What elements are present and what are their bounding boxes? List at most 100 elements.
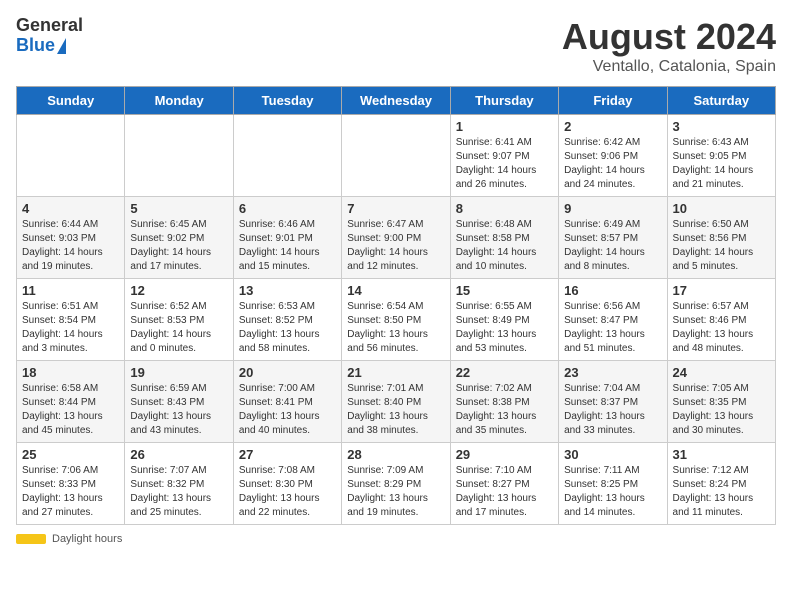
calendar-cell: 3 Sunrise: 6:43 AM Sunset: 9:05 PM Daylig… (667, 115, 775, 197)
day-info: Sunrise: 6:52 AM Sunset: 8:53 PM Dayligh… (130, 300, 227, 356)
calendar-cell: 7 Sunrise: 6:47 AM Sunset: 9:00 PM Daylig… (342, 197, 450, 279)
calendar-day-header: Tuesday (233, 87, 341, 115)
calendar-cell: 16 Sunrise: 6:56 AM Sunset: 8:47 PM Dayli… (559, 279, 667, 361)
day-number: 12 (130, 283, 227, 298)
calendar-cell: 11Sunrise: 6:51 AM Sunset: 8:54 PM Dayli… (17, 279, 125, 361)
day-info: Sunrise: 6:58 AM Sunset: 8:44 PM Dayligh… (22, 382, 119, 438)
calendar-day-header: Sunday (17, 87, 125, 115)
day-info: Sunrise: 6:41 AM Sunset: 9:07 PM Dayligh… (456, 136, 553, 192)
calendar-cell: 12 Sunrise: 6:52 AM Sunset: 8:53 PM Dayli… (125, 279, 233, 361)
calendar-cell (342, 115, 450, 197)
day-number: 15 (456, 283, 553, 298)
calendar-cell: 22 Sunrise: 7:02 AM Sunset: 8:38 PM Dayli… (450, 361, 558, 443)
calendar-week-row: 1Sunrise: 6:41 AM Sunset: 9:07 PM Daylig… (17, 115, 776, 197)
day-number: 23 (564, 365, 661, 380)
day-number: 9 (564, 201, 661, 216)
calendar-cell: 13Sunrise: 6:53 AM Sunset: 8:52 PM Dayli… (233, 279, 341, 361)
calendar-cell: 17Sunrise: 6:57 AM Sunset: 8:46 PM Dayli… (667, 279, 775, 361)
day-info: Sunrise: 7:07 AM Sunset: 8:32 PM Dayligh… (130, 464, 227, 520)
day-number: 18 (22, 365, 119, 380)
calendar-cell: 19 Sunrise: 6:59 AM Sunset: 8:43 PM Dayli… (125, 361, 233, 443)
day-number: 29 (456, 447, 553, 462)
calendar-cell: 28Sunrise: 7:09 AM Sunset: 8:29 PM Dayli… (342, 443, 450, 525)
calendar-cell: 6Sunrise: 6:46 AM Sunset: 9:01 PM Daylig… (233, 197, 341, 279)
calendar-day-header: Monday (125, 87, 233, 115)
calendar-cell: 25Sunrise: 7:06 AM Sunset: 8:33 PM Dayli… (17, 443, 125, 525)
day-info: Sunrise: 6:53 AM Sunset: 8:52 PM Dayligh… (239, 300, 336, 356)
day-info: Sunrise: 7:04 AM Sunset: 8:37 PM Dayligh… (564, 382, 661, 438)
calendar-cell: 30 Sunrise: 7:11 AM Sunset: 8:25 PM Dayli… (559, 443, 667, 525)
day-number: 22 (456, 365, 553, 380)
day-info: Sunrise: 6:44 AM Sunset: 9:03 PM Dayligh… (22, 218, 119, 274)
calendar-cell: 14 Sunrise: 6:54 AM Sunset: 8:50 PM Dayli… (342, 279, 450, 361)
calendar-body: 1Sunrise: 6:41 AM Sunset: 9:07 PM Daylig… (17, 115, 776, 525)
calendar-cell: 21Sunrise: 7:01 AM Sunset: 8:40 PM Dayli… (342, 361, 450, 443)
day-number: 31 (673, 447, 770, 462)
day-number: 24 (673, 365, 770, 380)
calendar-cell (17, 115, 125, 197)
calendar-cell: 5 Sunrise: 6:45 AM Sunset: 9:02 PM Daylig… (125, 197, 233, 279)
calendar-cell: 18 Sunrise: 6:58 AM Sunset: 8:44 PM Dayli… (17, 361, 125, 443)
calendar-day-header: Friday (559, 87, 667, 115)
day-number: 30 (564, 447, 661, 462)
day-info: Sunrise: 6:47 AM Sunset: 9:00 PM Dayligh… (347, 218, 444, 274)
daylight-bar-icon (16, 534, 46, 544)
day-info: Sunrise: 6:59 AM Sunset: 8:43 PM Dayligh… (130, 382, 227, 438)
day-info: Sunrise: 7:12 AM Sunset: 8:24 PM Dayligh… (673, 464, 770, 520)
day-number: 10 (673, 201, 770, 216)
header: General Blue August 2024 Ventallo, Catal… (16, 16, 776, 76)
calendar-cell: 15 Sunrise: 6:55 AM Sunset: 8:49 PM Dayli… (450, 279, 558, 361)
calendar-cell (125, 115, 233, 197)
day-number: 21 (347, 365, 444, 380)
calendar-cell: 23 Sunrise: 7:04 AM Sunset: 8:37 PM Dayli… (559, 361, 667, 443)
day-info: Sunrise: 7:00 AM Sunset: 8:41 PM Dayligh… (239, 382, 336, 438)
calendar-cell: 20 Sunrise: 7:00 AM Sunset: 8:41 PM Dayli… (233, 361, 341, 443)
subtitle: Ventallo, Catalonia, Spain (562, 58, 776, 76)
day-info: Sunrise: 6:56 AM Sunset: 8:47 PM Dayligh… (564, 300, 661, 356)
day-number: 7 (347, 201, 444, 216)
calendar-cell: 29 Sunrise: 7:10 AM Sunset: 8:27 PM Dayli… (450, 443, 558, 525)
calendar-cell: 8Sunrise: 6:48 AM Sunset: 8:58 PM Daylig… (450, 197, 558, 279)
day-info: Sunrise: 6:50 AM Sunset: 8:56 PM Dayligh… (673, 218, 770, 274)
calendar-cell: 26 Sunrise: 7:07 AM Sunset: 8:32 PM Dayli… (125, 443, 233, 525)
calendar: SundayMondayTuesdayWednesdayThursdayFrid… (16, 86, 776, 525)
main-title: August 2024 (562, 16, 776, 58)
day-info: Sunrise: 7:02 AM Sunset: 8:38 PM Dayligh… (456, 382, 553, 438)
daylight-label: Daylight hours (52, 533, 122, 545)
day-number: 3 (673, 119, 770, 134)
day-number: 19 (130, 365, 227, 380)
day-info: Sunrise: 7:09 AM Sunset: 8:29 PM Dayligh… (347, 464, 444, 520)
calendar-day-header: Thursday (450, 87, 558, 115)
day-info: Sunrise: 6:57 AM Sunset: 8:46 PM Dayligh… (673, 300, 770, 356)
footer: Daylight hours (16, 533, 776, 545)
day-info: Sunrise: 6:49 AM Sunset: 8:57 PM Dayligh… (564, 218, 661, 274)
calendar-cell: 27 Sunrise: 7:08 AM Sunset: 8:30 PM Dayli… (233, 443, 341, 525)
day-info: Sunrise: 6:54 AM Sunset: 8:50 PM Dayligh… (347, 300, 444, 356)
calendar-cell: 4Sunrise: 6:44 AM Sunset: 9:03 PM Daylig… (17, 197, 125, 279)
day-info: Sunrise: 7:08 AM Sunset: 8:30 PM Dayligh… (239, 464, 336, 520)
calendar-cell (233, 115, 341, 197)
day-number: 26 (130, 447, 227, 462)
day-info: Sunrise: 7:06 AM Sunset: 8:33 PM Dayligh… (22, 464, 119, 520)
day-info: Sunrise: 6:51 AM Sunset: 8:54 PM Dayligh… (22, 300, 119, 356)
calendar-day-header: Saturday (667, 87, 775, 115)
day-info: Sunrise: 6:55 AM Sunset: 8:49 PM Dayligh… (456, 300, 553, 356)
logo-blue: Blue (16, 36, 55, 56)
day-number: 14 (347, 283, 444, 298)
day-number: 8 (456, 201, 553, 216)
calendar-day-header: Wednesday (342, 87, 450, 115)
day-info: Sunrise: 7:10 AM Sunset: 8:27 PM Dayligh… (456, 464, 553, 520)
day-info: Sunrise: 7:11 AM Sunset: 8:25 PM Dayligh… (564, 464, 661, 520)
calendar-cell: 31 Sunrise: 7:12 AM Sunset: 8:24 PM Dayli… (667, 443, 775, 525)
day-number: 27 (239, 447, 336, 462)
day-number: 16 (564, 283, 661, 298)
day-info: Sunrise: 6:45 AM Sunset: 9:02 PM Dayligh… (130, 218, 227, 274)
day-info: Sunrise: 6:43 AM Sunset: 9:05 PM Dayligh… (673, 136, 770, 192)
calendar-cell: 2Sunrise: 6:42 AM Sunset: 9:06 PM Daylig… (559, 115, 667, 197)
logo-triangle-icon (57, 38, 66, 54)
calendar-week-row: 4Sunrise: 6:44 AM Sunset: 9:03 PM Daylig… (17, 197, 776, 279)
calendar-cell: 24Sunrise: 7:05 AM Sunset: 8:35 PM Dayli… (667, 361, 775, 443)
day-number: 20 (239, 365, 336, 380)
day-number: 5 (130, 201, 227, 216)
calendar-cell: 9 Sunrise: 6:49 AM Sunset: 8:57 PM Daylig… (559, 197, 667, 279)
